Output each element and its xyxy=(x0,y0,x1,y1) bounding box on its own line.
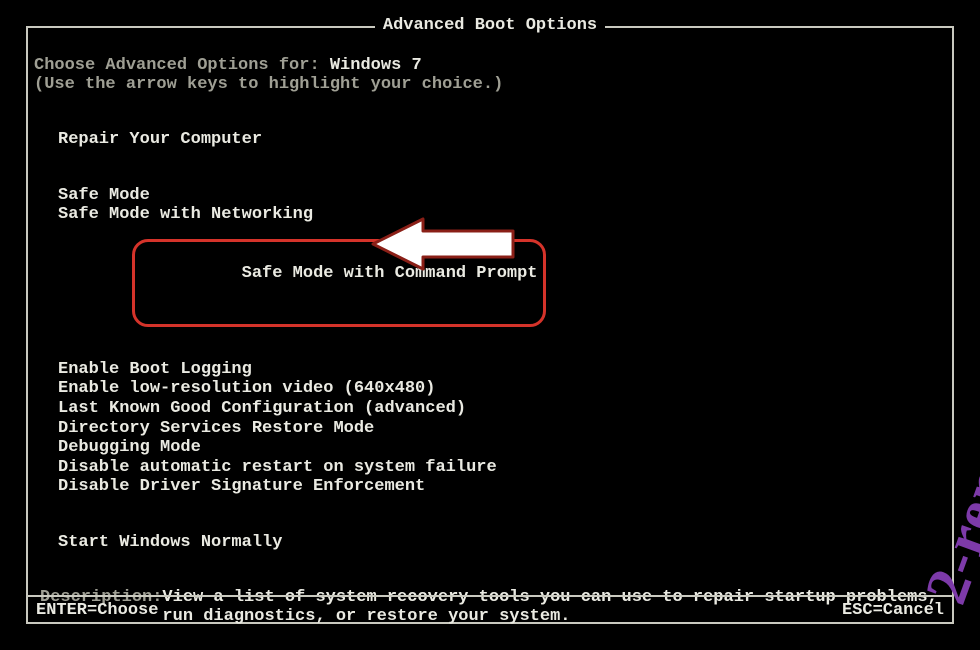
boot-menu[interactable]: Repair Your Computer Safe Mode Safe Mode… xyxy=(58,130,946,552)
spacer xyxy=(58,342,946,360)
prompt-line: Choose Advanced Options for: Windows 7 xyxy=(34,56,946,75)
menu-item-boot-logging[interactable]: Enable Boot Logging xyxy=(58,360,946,380)
footer-enter: ENTER=Choose xyxy=(36,601,158,620)
menu-item-safe-mode-cmd[interactable]: Safe Mode with Command Prompt xyxy=(58,225,946,342)
menu-item-safe-mode-cmd-label: Safe Mode with Command Prompt xyxy=(242,264,538,283)
footer-bar: ENTER=Choose ESC=Cancel xyxy=(28,595,952,622)
page-title-text: Advanced Boot Options xyxy=(375,16,605,35)
footer-esc: ESC=Cancel xyxy=(842,601,944,620)
menu-item-safe-mode-networking[interactable]: Safe Mode with Networking xyxy=(58,205,946,225)
spacer xyxy=(58,150,946,168)
menu-item-low-res[interactable]: Enable low-resolution video (640x480) xyxy=(58,379,946,399)
boot-options-frame: Advanced Boot Options Choose Advanced Op… xyxy=(26,26,954,624)
content-area: Choose Advanced Options for: Windows 7 (… xyxy=(34,56,946,612)
menu-item-debug[interactable]: Debugging Mode xyxy=(58,438,946,458)
spacer xyxy=(58,515,946,533)
menu-item-start-normally[interactable]: Start Windows Normally xyxy=(58,533,946,553)
menu-item-lkgc[interactable]: Last Known Good Configuration (advanced) xyxy=(58,399,946,419)
menu-item-dsrm[interactable]: Directory Services Restore Mode xyxy=(58,419,946,439)
page-title: Advanced Boot Options xyxy=(28,16,952,35)
highlight-ring-icon xyxy=(132,239,546,327)
prompt-os: Windows 7 xyxy=(330,56,422,75)
menu-item-repair-computer[interactable]: Repair Your Computer xyxy=(58,130,946,150)
spacer xyxy=(58,168,946,186)
menu-item-no-driver-sig[interactable]: Disable Driver Signature Enforcement xyxy=(58,477,946,497)
spacer xyxy=(58,497,946,515)
spacer xyxy=(34,112,946,130)
prompt-label: Choose Advanced Options for: xyxy=(34,56,330,75)
spacer xyxy=(34,94,946,112)
menu-item-no-auto-restart[interactable]: Disable automatic restart on system fail… xyxy=(58,458,946,478)
menu-item-safe-mode[interactable]: Safe Mode xyxy=(58,186,946,206)
hint-line: (Use the arrow keys to highlight your ch… xyxy=(34,75,946,94)
